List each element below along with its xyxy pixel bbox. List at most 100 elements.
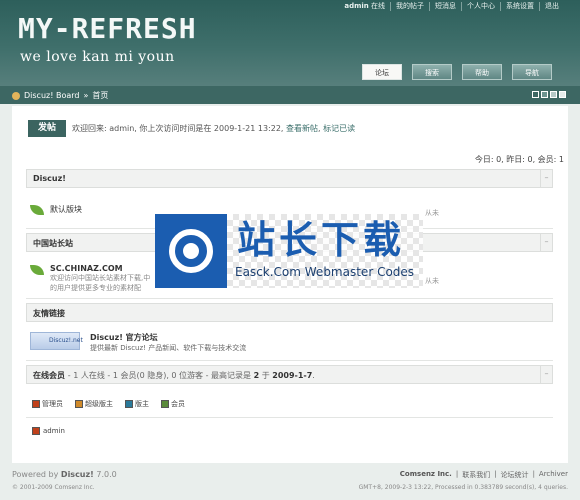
home-icon — [12, 91, 20, 100]
watermark: 站长下载 Easck.Com Webmaster Codes — [155, 214, 423, 288]
legend-label: 管理员 — [42, 400, 63, 408]
stats-link[interactable]: 论坛统计 — [501, 470, 529, 480]
supermod-icon — [75, 400, 83, 408]
watermark-logo-dot — [183, 243, 199, 259]
legend-item: 管理员 — [32, 399, 63, 409]
copyright: © 2001-2009 Comsenz Inc. — [12, 484, 95, 491]
style-swatch-1[interactable] — [532, 91, 539, 98]
footer-sep: | — [532, 470, 535, 478]
admin-icon — [32, 400, 40, 408]
site-logo[interactable]: MY-REFRESH — [18, 14, 197, 44]
forum-leaf-icon — [30, 265, 44, 275]
topnav-my-posts[interactable]: 我的帖子 — [390, 2, 429, 11]
online-text-suffix: 于 — [259, 371, 273, 380]
legend-item: 版主 — [125, 399, 149, 409]
footer: Powered by Discuz! 7.0.0 © 2001-2009 Com… — [0, 466, 580, 500]
admin-icon — [32, 427, 40, 435]
last-post-note: 从未 — [425, 277, 439, 285]
legend-label: 会员 — [171, 400, 185, 408]
category-title[interactable]: Discuz! — [33, 174, 66, 183]
online-header: 在线会员 - 1 人在线 - 1 会员(0 隐身), 0 位游客 - 最高记录是… — [26, 365, 553, 384]
mod-icon — [125, 400, 133, 408]
partner-name[interactable]: Discuz! 官方论坛 — [90, 332, 158, 343]
links-header: 友情链接 — [26, 303, 553, 322]
processing-info: GMT+8, 2009-2-3 13:22, Processed in 0.38… — [358, 484, 568, 491]
forum-row: SC.CHINAZ.COM 欢迎访问中国站长站素材下载,中 的用户提供更多专业的… — [30, 264, 150, 293]
breadcrumb-bar: Discuz! Board » 首页 — [0, 86, 580, 104]
version: 7.0.0 — [93, 470, 117, 479]
mark-read-link[interactable]: 标记已读 — [323, 124, 355, 133]
partner-description: 提供最新 Discuz! 产品新闻、软件下载与技术交流 — [90, 344, 247, 352]
archiver-link[interactable]: Archiver — [539, 470, 568, 480]
welcome-text: 欢迎回来: admin, 你上次访问时间是在 2009-1-21 13:22, — [72, 124, 284, 133]
footer-sep: | — [494, 470, 497, 478]
collapse-icon[interactable]: – — [540, 234, 552, 251]
main-nav: 论坛 搜索 帮助 导航 — [362, 64, 552, 80]
style-swatch-4[interactable] — [559, 91, 566, 98]
site-tagline: we love kan mi youn — [20, 49, 175, 65]
header: admin 在线 我的帖子 短消息 个人中心 系统设置 退出 MY-REFRES… — [0, 0, 580, 86]
online-text-end: . — [312, 371, 315, 380]
watermark-subtitle: Easck.Com Webmaster Codes — [235, 265, 415, 279]
nav-forum-button[interactable]: 论坛 — [362, 64, 402, 80]
collapse-icon[interactable]: – — [540, 170, 552, 187]
breadcrumb: Discuz! Board » 首页 — [12, 90, 108, 101]
online-summary: - 1 人在线 - 1 会员(0 隐身), 0 位游客 - 最高记录是 2 于 … — [68, 371, 315, 380]
topnav-settings[interactable]: 系统设置 — [500, 2, 539, 11]
company-link[interactable]: Comsenz Inc. — [400, 470, 452, 480]
powered-prefix: Powered by — [12, 470, 61, 479]
nav-help-button[interactable]: 帮助 — [462, 64, 502, 80]
last-post-note: 从未 — [425, 209, 439, 217]
breadcrumb-home: 首页 — [92, 91, 109, 100]
topnav-short-messages[interactable]: 短消息 — [429, 2, 461, 11]
online-user[interactable]: admin — [32, 427, 65, 435]
breadcrumb-board[interactable]: Discuz! Board — [24, 91, 79, 100]
forum-row: 默认版块 — [30, 204, 82, 215]
style-swatch-2[interactable] — [541, 91, 548, 98]
member-icon — [161, 400, 169, 408]
forum-name[interactable]: 默认版块 — [50, 204, 82, 215]
welcome-message: 欢迎回来: admin, 你上次访问时间是在 2009-1-21 13:22, … — [72, 124, 356, 133]
forum-stats: 今日: 0, 昨日: 0, 会员: 1 — [474, 155, 564, 164]
style-swatch-3[interactable] — [550, 91, 557, 98]
forum-leaf-icon — [30, 205, 44, 215]
breadcrumb-separator: » — [83, 91, 89, 100]
online-status: 在线 — [371, 2, 385, 10]
powered-name[interactable]: Discuz! — [61, 470, 94, 479]
nav-search-button[interactable]: 搜索 — [412, 64, 452, 80]
member-legend: 管理员 超级版主 版主 会员 — [32, 399, 185, 409]
forum-name[interactable]: SC.CHINAZ.COM — [50, 264, 150, 273]
divider — [26, 360, 553, 361]
top-nav: admin 在线 我的帖子 短消息 个人中心 系统设置 退出 — [339, 2, 564, 11]
divider — [26, 298, 553, 299]
watermark-title: 站长下载 — [237, 218, 406, 262]
partner-logo[interactable]: Discuz!.net — [30, 332, 83, 350]
nav-guide-button[interactable]: 导航 — [512, 64, 552, 80]
style-switcher — [532, 91, 566, 98]
powered-by: Powered by Discuz! 7.0.0 — [12, 470, 117, 479]
links-title: 友情链接 — [33, 309, 65, 318]
topnav-user[interactable]: admin 在线 — [339, 2, 390, 11]
online-text: - 1 人在线 - 1 会员(0 隐身), 0 位游客 - 最高记录是 — [67, 371, 254, 380]
welcome-bar: 发帖 欢迎回来: admin, 你上次访问时间是在 2009-1-21 13:2… — [28, 120, 355, 137]
forum-description: 的用户提供更多专业的素材配 — [50, 284, 141, 292]
contact-link[interactable]: 联系我们 — [462, 470, 490, 480]
watermark-logo-icon — [155, 214, 227, 288]
online-username[interactable]: admin — [43, 427, 65, 435]
online-title[interactable]: 在线会员 — [33, 371, 65, 380]
legend-label: 版主 — [135, 400, 149, 408]
category-header: Discuz! – — [26, 169, 553, 188]
footer-sep: | — [455, 470, 459, 478]
category-title[interactable]: 中国站长站 — [33, 239, 73, 248]
topnav-user-center[interactable]: 个人中心 — [461, 2, 500, 11]
new-post-button[interactable]: 发帖 — [28, 120, 66, 137]
footer-links: Comsenz Inc. | 联系我们 | 论坛统计 | Archiver — [400, 470, 568, 480]
divider — [26, 417, 553, 418]
collapse-icon[interactable]: – — [540, 366, 552, 383]
topnav-logout[interactable]: 退出 — [539, 2, 564, 11]
legend-item: 超级版主 — [75, 399, 113, 409]
view-new-posts-link[interactable]: 查看新帖 — [286, 124, 318, 133]
online-record-date: 2009-1-7 — [272, 371, 313, 380]
legend-item: 会员 — [161, 399, 185, 409]
legend-label: 超级版主 — [85, 400, 113, 408]
